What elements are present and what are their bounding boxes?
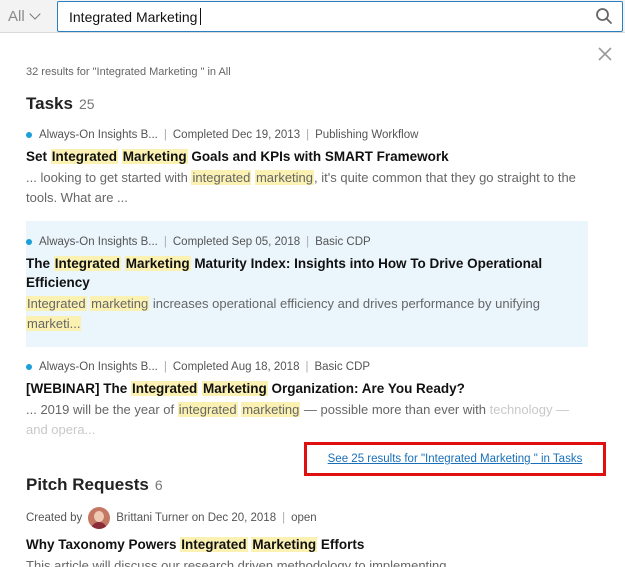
tasks-title: Tasks [26, 94, 73, 113]
result-status: Completed Sep 05, 2018 [172, 236, 301, 248]
result-title[interactable]: Set Integrated Marketing Goals and KPIs … [26, 147, 588, 166]
author-name: Brittani Turner [116, 512, 189, 524]
search-icon[interactable] [595, 7, 613, 25]
result-board: Always-On Insights B... [39, 129, 158, 141]
task-result-item[interactable]: Always-On Insights B... | Completed Sep … [26, 221, 588, 347]
result-title[interactable]: Why Taxonomy Powers Integrated Marketing… [26, 535, 588, 554]
created-date: on Dec 20, 2018 [191, 512, 277, 524]
meta-separator: | [306, 236, 310, 248]
search-bar: All Integrated Marketing [0, 0, 625, 33]
result-snippet: ... looking to get started with integrat… [26, 170, 576, 205]
status-dot-icon [26, 364, 32, 370]
created-by-label: Created by [26, 512, 83, 524]
result-snippet: This article will discuss our research d… [26, 558, 447, 567]
result-board: Always-On Insights B... [39, 361, 158, 373]
result-workflow: Basic CDP [314, 361, 371, 373]
result-board: Always-On Insights B... [39, 236, 158, 248]
results-panel: 32 results for "Integrated Marketing " i… [0, 33, 625, 567]
result-title[interactable]: [WEBINAR] The Integrated Marketing Organ… [26, 379, 588, 398]
meta-separator: | [163, 361, 167, 373]
result-meta: Always-On Insights B... | Completed Aug … [26, 359, 588, 375]
meta-separator: | [163, 129, 167, 141]
pitch-requests-heading: Pitch Requests 6 [26, 475, 163, 495]
pitch-requests-count: 6 [154, 477, 163, 493]
result-snippet: Integrated marketing increases operation… [26, 296, 540, 331]
result-snippet: ... 2019 will be the year of integrated … [26, 402, 570, 437]
search-query: Integrated Marketing [69, 8, 198, 25]
pitch-result-item[interactable]: Created by Brittani Turner on Dec 20, 20… [26, 505, 588, 567]
result-meta: Always-On Insights B... | Completed Sep … [26, 234, 588, 250]
task-result-item[interactable]: Always-On Insights B... | Completed Aug … [26, 359, 588, 440]
pitch-requests-title: Pitch Requests [26, 475, 149, 494]
meta-separator: | [163, 236, 167, 248]
status-badge: open [291, 512, 317, 524]
status-dot-icon [26, 239, 32, 245]
text-cursor [200, 8, 202, 25]
meta-separator: | [282, 512, 286, 524]
avatar [88, 507, 111, 529]
see-all-tasks-link[interactable]: See 25 results for "Integrated Marketing… [328, 453, 583, 465]
result-workflow: Publishing Workflow [315, 129, 419, 141]
scope-label: All [8, 8, 25, 25]
result-meta: Always-On Insights B... | Completed Dec … [26, 127, 588, 143]
meta-separator: | [305, 361, 309, 373]
results-summary: 32 results for "Integrated Marketing " i… [26, 66, 231, 78]
search-input[interactable]: Integrated Marketing [57, 1, 623, 32]
status-dot-icon [26, 132, 32, 138]
result-status: Completed Aug 18, 2018 [172, 361, 300, 373]
see-all-highlight: See 25 results for "Integrated Marketing… [304, 442, 606, 476]
result-meta: Created by Brittani Turner on Dec 20, 20… [26, 505, 588, 531]
task-result-item[interactable]: Always-On Insights B... | Completed Dec … [26, 127, 588, 208]
result-workflow: Basic CDP [315, 236, 371, 248]
result-title[interactable]: The Integrated Marketing Maturity Index:… [26, 254, 588, 292]
tasks-heading: Tasks 25 [26, 94, 95, 114]
tasks-count: 25 [78, 96, 95, 112]
scope-dropdown[interactable]: All [0, 0, 56, 33]
result-status: Completed Dec 19, 2013 [172, 129, 301, 141]
chevron-down-icon [29, 7, 41, 20]
meta-separator: | [306, 129, 310, 141]
